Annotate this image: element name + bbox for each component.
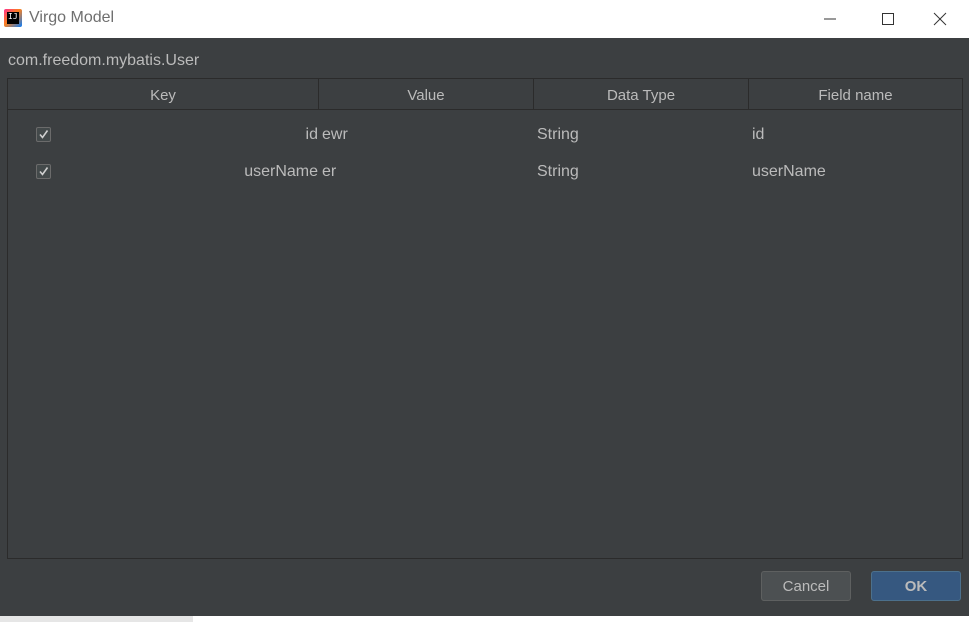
checkmark-icon [39, 130, 49, 139]
key-cell[interactable]: userName [208, 153, 318, 190]
minimize-button[interactable] [801, 0, 859, 38]
row-checkbox[interactable] [36, 127, 51, 142]
column-header-field-name[interactable]: Field name [748, 79, 962, 109]
column-header-key[interactable]: Key [8, 79, 318, 109]
key-cell[interactable]: id [208, 116, 318, 153]
minimize-icon [824, 18, 836, 20]
background-window-strip [0, 616, 969, 622]
maximize-icon [882, 13, 894, 25]
checkmark-icon [39, 167, 49, 176]
table-header: Key Value Data Type Field name [8, 79, 962, 110]
class-name-label: com.freedom.mybatis.User [8, 52, 200, 69]
close-icon [933, 12, 947, 26]
dialog-body: com.freedom.mybatis.User Key Value Data … [0, 38, 969, 616]
data-type-cell[interactable]: String [537, 153, 579, 190]
value-cell[interactable]: ewr [322, 116, 348, 153]
intellij-idea-icon: IJ [4, 9, 22, 27]
row-checkbox[interactable] [36, 164, 51, 179]
field-name-cell[interactable]: userName [752, 153, 826, 190]
column-header-value[interactable]: Value [318, 79, 533, 109]
table-row[interactable]: userName er String userName [8, 163, 962, 227]
window-title-bar: IJ Virgo Model [0, 0, 969, 39]
field-name-cell[interactable]: id [752, 116, 764, 153]
column-header-data-type[interactable]: Data Type [533, 79, 748, 109]
window-title: Virgo Model [29, 9, 115, 26]
close-button[interactable] [911, 0, 969, 38]
maximize-button[interactable] [859, 0, 917, 38]
value-cell[interactable]: er [322, 153, 336, 190]
cancel-button[interactable]: Cancel [761, 571, 851, 601]
data-type-cell[interactable]: String [537, 116, 579, 153]
fields-table: Key Value Data Type Field name id ewr St… [7, 78, 963, 559]
ok-button[interactable]: OK [871, 571, 961, 601]
